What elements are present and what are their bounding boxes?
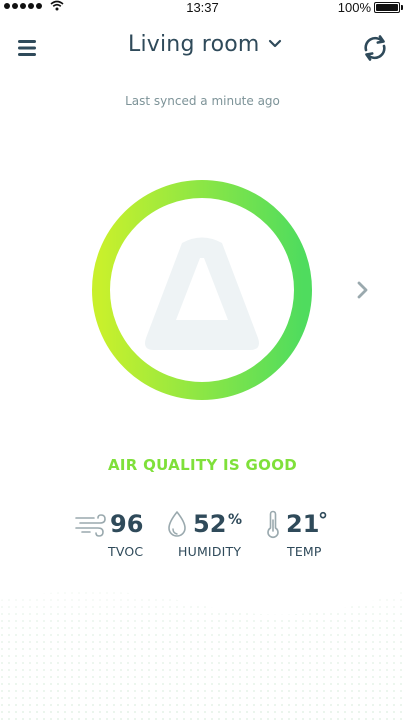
droplet-icon [168,511,186,537]
temp-label: TEMP [287,544,322,559]
chevron-right-icon[interactable] [354,280,372,300]
metric-tvoc[interactable]: 96 TVOC [74,508,164,568]
battery-percentage: 100% [337,0,371,15]
tvoc-label: TVOC [108,544,144,559]
air-quality-status: AIR QUALITY IS GOOD [107,456,298,474]
tvoc-value: 96 [110,510,144,538]
metric-humidity[interactable]: 52 % HUMIDITY [165,508,255,568]
battery-icon [374,2,403,13]
metric-temp[interactable]: 21 ° TEMP [265,508,345,568]
thermometer-icon [267,510,279,539]
temp-value: 21 [286,510,320,538]
humidity-unit: % [228,512,243,528]
air-quality-gauge [92,180,312,400]
menu-icon[interactable] [14,36,42,60]
status-bar: 13:37 100% [0,0,405,15]
last-synced-text: Last synced a minute ago [125,94,280,108]
room-title[interactable]: Living room [128,32,260,57]
humidity-label: HUMIDITY [178,544,242,559]
temp-unit: ° [318,508,328,532]
wind-icon [75,514,106,537]
chevron-down-icon[interactable] [268,39,282,49]
humidity-value: 52 [193,510,227,538]
refresh-icon[interactable] [358,31,392,65]
dotted-background-pattern [0,570,405,720]
